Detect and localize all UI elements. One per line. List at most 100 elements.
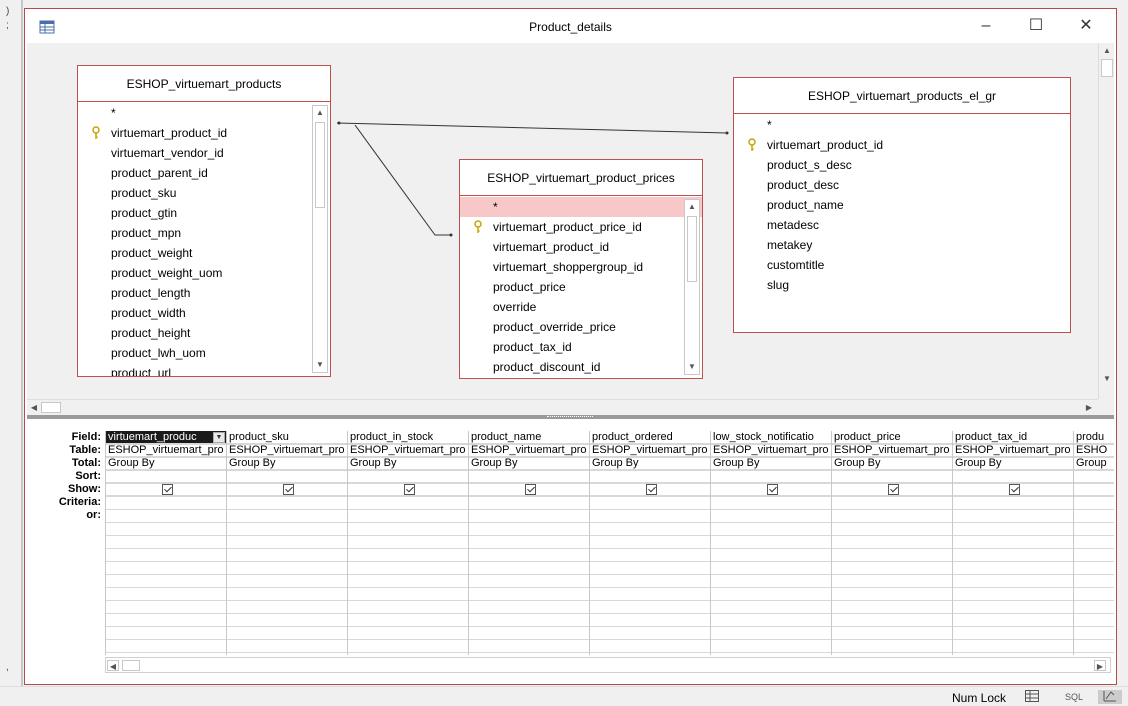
field-item[interactable]: virtuemart_product_id xyxy=(460,237,702,257)
show-cell[interactable] xyxy=(348,483,468,496)
sort-cell[interactable] xyxy=(348,470,468,483)
field-item[interactable]: product_height xyxy=(78,323,330,343)
field-item[interactable]: virtuemart_vendor_id xyxy=(78,143,330,163)
table-title[interactable]: ESHOP_virtuemart_products xyxy=(78,66,330,102)
field-item[interactable]: product_lwh_uom xyxy=(78,343,330,363)
grid-column[interactable]: product_ordered ESHOP_virtuemart_pro Group… xyxy=(590,431,711,655)
show-cell[interactable] xyxy=(1074,483,1114,496)
scroll-thumb[interactable] xyxy=(122,660,140,671)
scroll-thumb[interactable] xyxy=(1101,59,1113,77)
scroll-down-icon[interactable]: ▼ xyxy=(687,361,697,373)
show-cell[interactable] xyxy=(953,483,1073,496)
total-cell[interactable]: Grouр xyxy=(1074,457,1114,470)
show-checkbox[interactable] xyxy=(524,484,536,495)
table-title[interactable]: ESHOP_virtuemart_product_prices xyxy=(460,160,702,196)
field-item[interactable]: product_override_price xyxy=(460,317,702,337)
field-item[interactable]: product_weight xyxy=(78,243,330,263)
field-item[interactable]: product_discount_id xyxy=(460,357,702,377)
show-checkbox[interactable] xyxy=(282,484,294,495)
table-pane-vertical-scrollbar[interactable]: ▲ ▼ xyxy=(1098,43,1114,399)
field-item[interactable]: product_gtin xyxy=(78,203,330,223)
table-eshop-virtuemart-products-el-gr[interactable]: ESHOP_virtuemart_products_el_gr * virtue… xyxy=(733,77,1071,333)
maximize-button[interactable]: ☐ xyxy=(1021,15,1051,37)
datasheet-view-icon[interactable] xyxy=(1024,690,1040,704)
table-cell[interactable]: ESHOP_virtuemart_pro xyxy=(227,444,347,457)
show-cell[interactable] xyxy=(106,483,226,496)
total-cell[interactable]: Group By xyxy=(348,457,468,470)
field-item[interactable]: virtuemart_product_id xyxy=(78,123,330,143)
scroll-down-icon[interactable]: ▼ xyxy=(315,359,325,371)
dropdown-arrow-icon[interactable]: ▼ xyxy=(213,432,225,443)
field-cell[interactable]: product_price xyxy=(832,431,952,444)
design-view-icon[interactable] xyxy=(1098,690,1122,704)
grid-column[interactable]: product_in_stock ESHOP_virtuemart_pro Grou… xyxy=(348,431,469,655)
scroll-right-icon[interactable]: ▶ xyxy=(1094,660,1106,671)
show-checkbox[interactable] xyxy=(766,484,778,495)
close-button[interactable]: ✕ xyxy=(1071,15,1101,37)
field-item[interactable]: product_length xyxy=(78,283,330,303)
scroll-thumb[interactable] xyxy=(315,122,325,208)
field-item[interactable]: * xyxy=(78,103,330,123)
field-item[interactable]: virtuemart_shoppergroup_id xyxy=(460,257,702,277)
scroll-thumb[interactable] xyxy=(41,402,61,413)
table-cell[interactable]: ESHOP_virtuemart_pro xyxy=(953,444,1073,457)
grid-column[interactable]: product_name ESHOP_virtuemart_pro Group By xyxy=(469,431,590,655)
sort-cell[interactable] xyxy=(1074,470,1114,483)
grid-horizontal-scrollbar[interactable]: ◀ ▶ xyxy=(105,657,1111,673)
sort-cell[interactable] xyxy=(832,470,952,483)
field-item[interactable]: product_weight_uom xyxy=(78,263,330,283)
field-cell[interactable]: virtuemart_produc ▼ xyxy=(106,431,226,444)
table-cell[interactable]: ESHOP_virtuemart_pro xyxy=(711,444,831,457)
show-cell[interactable] xyxy=(590,483,710,496)
sort-cell[interactable] xyxy=(953,470,1073,483)
field-item[interactable]: product_price xyxy=(460,277,702,297)
grid-column[interactable]: low_stock_notificatio ESHOP_virtuemart_pr… xyxy=(711,431,832,655)
show-checkbox[interactable] xyxy=(161,484,173,495)
scroll-down-icon[interactable]: ▼ xyxy=(1102,373,1112,385)
table-cell[interactable]: ESHOP_virtuemart_pro xyxy=(348,444,468,457)
show-checkbox[interactable] xyxy=(403,484,415,495)
field-list-scrollbar[interactable]: ▲ ▼ xyxy=(684,199,700,375)
show-checkbox[interactable] xyxy=(1008,484,1020,495)
field-item[interactable]: product_width xyxy=(78,303,330,323)
field-cell[interactable]: low_stock_notificatio xyxy=(711,431,831,444)
table-eshop-virtuemart-product-prices[interactable]: ESHOP_virtuemart_product_prices * virtue… xyxy=(459,159,703,379)
scroll-left-icon[interactable]: ◀ xyxy=(107,660,119,671)
show-checkbox[interactable] xyxy=(645,484,657,495)
sort-cell[interactable] xyxy=(227,470,347,483)
field-item[interactable]: virtuemart_product_price_id xyxy=(460,217,702,237)
table-cell[interactable]: ESHOP_virtuemart_pro xyxy=(590,444,710,457)
show-cell[interactable] xyxy=(832,483,952,496)
scroll-right-icon[interactable]: ▶ xyxy=(1083,402,1095,414)
total-cell[interactable]: Group By xyxy=(469,457,589,470)
field-item[interactable]: product_tax_id xyxy=(460,337,702,357)
scroll-up-icon[interactable]: ▲ xyxy=(1102,45,1112,57)
field-item[interactable]: product_desc xyxy=(734,175,1070,195)
total-cell[interactable]: Group By xyxy=(711,457,831,470)
total-cell[interactable]: Group By xyxy=(832,457,952,470)
table-cell[interactable]: ESHOP_virtuemart_pro xyxy=(832,444,952,457)
field-item[interactable]: product_name xyxy=(734,195,1070,215)
field-cell[interactable]: product_ordered xyxy=(590,431,710,444)
show-cell[interactable] xyxy=(227,483,347,496)
table-title[interactable]: ESHOP_virtuemart_products_el_gr xyxy=(734,78,1070,114)
table-cell[interactable]: ESHOP_virtuemart_pro xyxy=(106,444,226,457)
field-item[interactable]: customtitle xyxy=(734,255,1070,275)
splitter-grip[interactable] xyxy=(547,416,593,418)
field-item[interactable]: product_mpn xyxy=(78,223,330,243)
field-item[interactable]: product_s_desc xyxy=(734,155,1070,175)
grid-column[interactable]: product_price ESHOP_virtuemart_pro Group B… xyxy=(832,431,953,655)
table-cell[interactable]: ESHOP_virtuemart_pro xyxy=(469,444,589,457)
field-item[interactable]: product_parent_id xyxy=(78,163,330,183)
sql-view-icon[interactable]: SQL xyxy=(1062,690,1086,704)
field-item[interactable]: virtuemart_product_id xyxy=(734,135,1070,155)
field-cell[interactable]: product_sku xyxy=(227,431,347,444)
show-cell[interactable] xyxy=(711,483,831,496)
field-list-scrollbar[interactable]: ▲ ▼ xyxy=(312,105,328,373)
sort-cell[interactable] xyxy=(106,470,226,483)
total-cell[interactable]: Group By xyxy=(953,457,1073,470)
field-item[interactable]: product_url xyxy=(78,363,330,376)
scroll-left-icon[interactable]: ◀ xyxy=(28,402,40,414)
field-item[interactable]: metadesc xyxy=(734,215,1070,235)
table-pane-horizontal-scrollbar[interactable]: ◀ ▶ xyxy=(27,399,1098,415)
